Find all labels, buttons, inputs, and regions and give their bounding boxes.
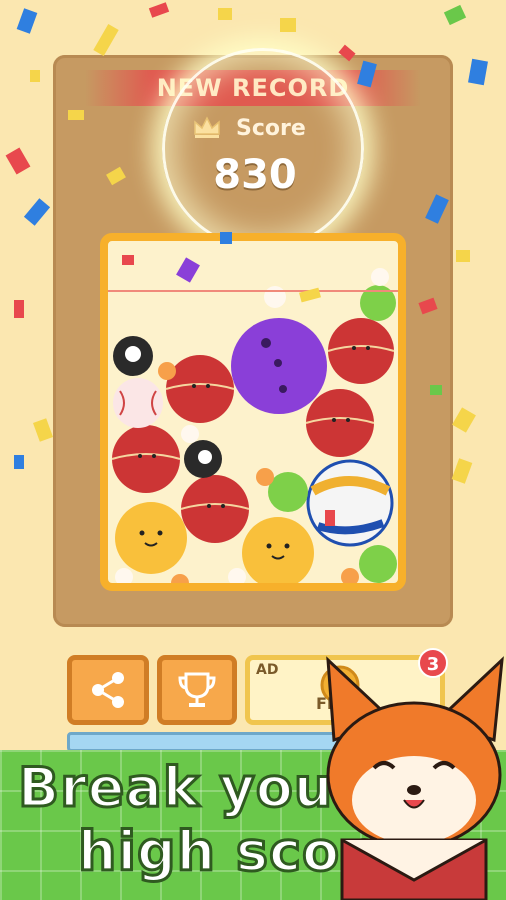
promo-headline-line1: Break your [17, 755, 362, 821]
ad-label: AD [256, 662, 279, 678]
leaderboard-button[interactable] [157, 655, 237, 725]
share-icon [92, 672, 124, 708]
fox-mascot [326, 656, 504, 900]
trophy-icon [178, 672, 216, 707]
share-button[interactable] [67, 655, 149, 725]
confetti-layer [5, 2, 488, 526]
